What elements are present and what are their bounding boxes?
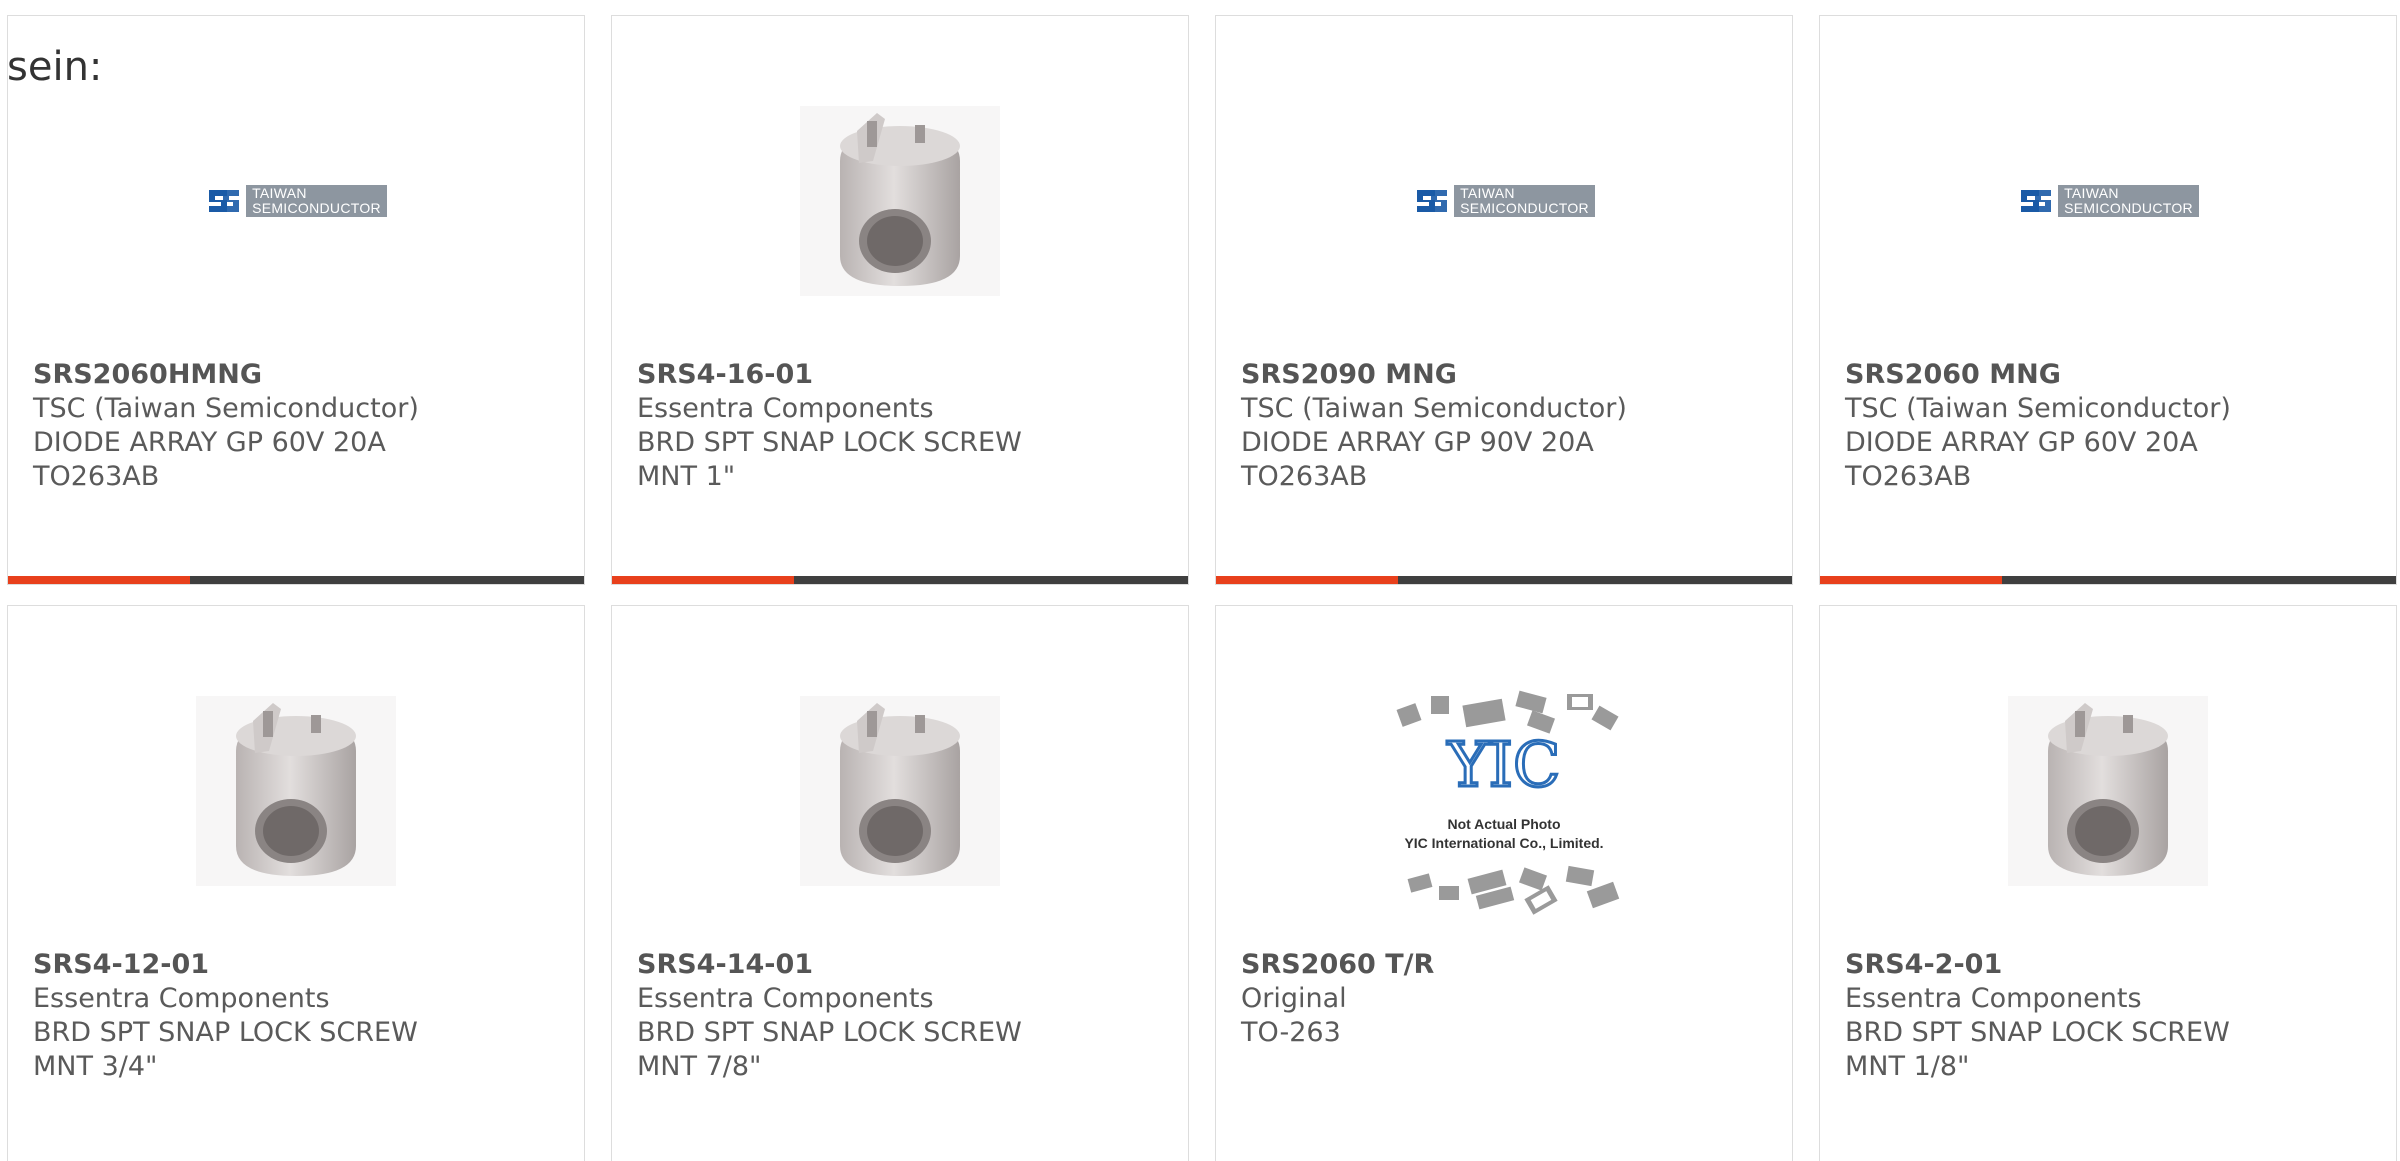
tsc-logo-line1: TAIWAN [252,185,307,201]
card-accent-strip [612,576,794,584]
product-image[interactable]: TAIWAN SEMICONDUCTOR [1216,76,1792,326]
product-card[interactable]: SRS4-2-01 Essentra Components BRD SPT SN… [1819,605,2397,1161]
product-part-number[interactable]: SRS2060 T/R [1241,948,1772,982]
product-part-number[interactable]: SRS4-16-01 [637,358,1168,392]
product-card[interactable]: SRS4-16-01 Essentra Components BRD SPT S… [611,15,1189,585]
tsc-logo-line1: TAIWAN [1460,185,1515,201]
tsc-logo-line2: SEMICONDUCTOR [252,200,381,216]
card-accent-strip [1216,576,1398,584]
product-card[interactable]: SRS4-12-01 Essentra Components BRD SPT S… [7,605,585,1161]
snap-lock-mount-photo [2008,696,2208,886]
card-footer-bar [612,576,1188,584]
product-description: DIODE ARRAY GP 90V 20A TO263AB [1241,427,1594,492]
lead-text: sein: [7,44,103,90]
tsc-logo-line1: TAIWAN [2064,185,2119,201]
product-image[interactable]: YIC Not Actual Photo YIC International C… [1216,676,1792,936]
product-description: DIODE ARRAY GP 60V 20A TO263AB [1845,427,2198,492]
product-manufacturer: Essentra Components [637,983,934,1014]
product-image[interactable]: TAIWAN SEMICONDUCTOR [1820,76,2396,326]
product-card[interactable]: TAIWAN SEMICONDUCTOR SRS2060 MNG TSC (Ta… [1819,15,2397,585]
product-part-number[interactable]: SRS4-14-01 [637,948,1168,982]
product-manufacturer: Original [1241,983,1347,1014]
product-manufacturer: TSC (Taiwan Semiconductor) [33,393,419,424]
tsc-logo-mark [1413,182,1452,220]
product-manufacturer: Essentra Components [1845,983,2142,1014]
tsc-logo-mark [205,182,244,220]
snap-lock-mount-photo [800,696,1000,886]
taiwan-semiconductor-logo: TAIWAN SEMICONDUCTOR [205,181,387,221]
tsc-logo-line2: SEMICONDUCTOR [1460,200,1589,216]
card-accent-strip [8,576,190,584]
card-footer-bar [1216,576,1792,584]
product-manufacturer: TSC (Taiwan Semiconductor) [1845,393,2231,424]
product-part-number[interactable]: SRS2090 MNG [1241,358,1772,392]
product-manufacturer: TSC (Taiwan Semiconductor) [1241,393,1627,424]
tsc-logo-mark [2017,182,2056,220]
product-description: BRD SPT SNAP LOCK SCREW MNT 1/8" [1845,1017,2230,1082]
card-footer-bar [1820,576,2396,584]
product-image[interactable]: TAIWAN SEMICONDUCTOR [8,76,584,326]
product-card[interactable]: TAIWAN SEMICONDUCTOR SRS2060HMNG TSC (Ta… [7,15,585,585]
product-image[interactable] [8,666,584,916]
product-image[interactable] [612,666,1188,916]
product-image[interactable] [1820,666,2396,916]
yic-placeholder-photo: YIC Not Actual Photo YIC International C… [1396,690,1620,915]
taiwan-semiconductor-logo: TAIWAN SEMICONDUCTOR [1413,181,1595,221]
product-description: DIODE ARRAY GP 60V 20A TO263AB [33,427,386,492]
tsc-logo-line2: SEMICONDUCTOR [2064,200,2193,216]
product-description: TO-263 [1241,1017,1341,1048]
card-footer-bar [8,576,584,584]
product-image[interactable] [612,76,1188,326]
taiwan-semiconductor-logo: TAIWAN SEMICONDUCTOR [2017,181,2199,221]
product-description: BRD SPT SNAP LOCK SCREW MNT 3/4" [33,1017,418,1082]
product-part-number[interactable]: SRS4-2-01 [1845,948,2376,982]
product-description: BRD SPT SNAP LOCK SCREW MNT 7/8" [637,1017,1022,1082]
product-manufacturer: Essentra Components [637,393,934,424]
product-card[interactable]: SRS4-14-01 Essentra Components BRD SPT S… [611,605,1189,1161]
card-accent-strip [1820,576,2002,584]
product-card[interactable]: TAIWAN SEMICONDUCTOR SRS2090 MNG TSC (Ta… [1215,15,1793,585]
product-part-number[interactable]: SRS4-12-01 [33,948,564,982]
product-grid-page: sein: TAIWAN SEMICONDUCTOR SRS2060HMNG T… [0,0,2400,1161]
product-description: BRD SPT SNAP LOCK SCREW MNT 1" [637,427,1022,492]
yic-logo-mark: YIC [1447,728,1561,801]
snap-lock-mount-photo [800,106,1000,296]
yic-caption-line2: YIC International Co., Limited. [1404,835,1603,851]
product-manufacturer: Essentra Components [33,983,330,1014]
product-part-number[interactable]: SRS2060HMNG [33,358,564,392]
yic-caption-line1: Not Actual Photo [1447,816,1560,832]
product-part-number[interactable]: SRS2060 MNG [1845,358,2376,392]
product-card[interactable]: YIC Not Actual Photo YIC International C… [1215,605,1793,1161]
snap-lock-mount-photo [196,696,396,886]
